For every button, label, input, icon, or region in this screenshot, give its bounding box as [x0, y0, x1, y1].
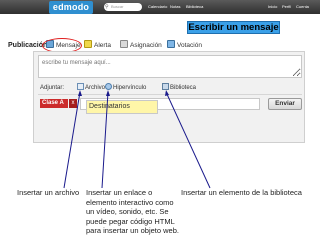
arrow-file-head	[78, 90, 82, 96]
arrow-link-head	[106, 90, 110, 96]
arrow-library	[165, 91, 211, 189]
note-insert-library: Insertar un elemento de la biblioteca	[181, 188, 302, 197]
arrow-library-head	[165, 90, 169, 96]
arrow-link	[101, 91, 109, 189]
note-insert-link: Insertar un enlace o elemento interactiv…	[86, 188, 179, 235]
note-insert-file: Insertar un archivo	[17, 188, 80, 197]
arrow-file	[63, 91, 81, 189]
